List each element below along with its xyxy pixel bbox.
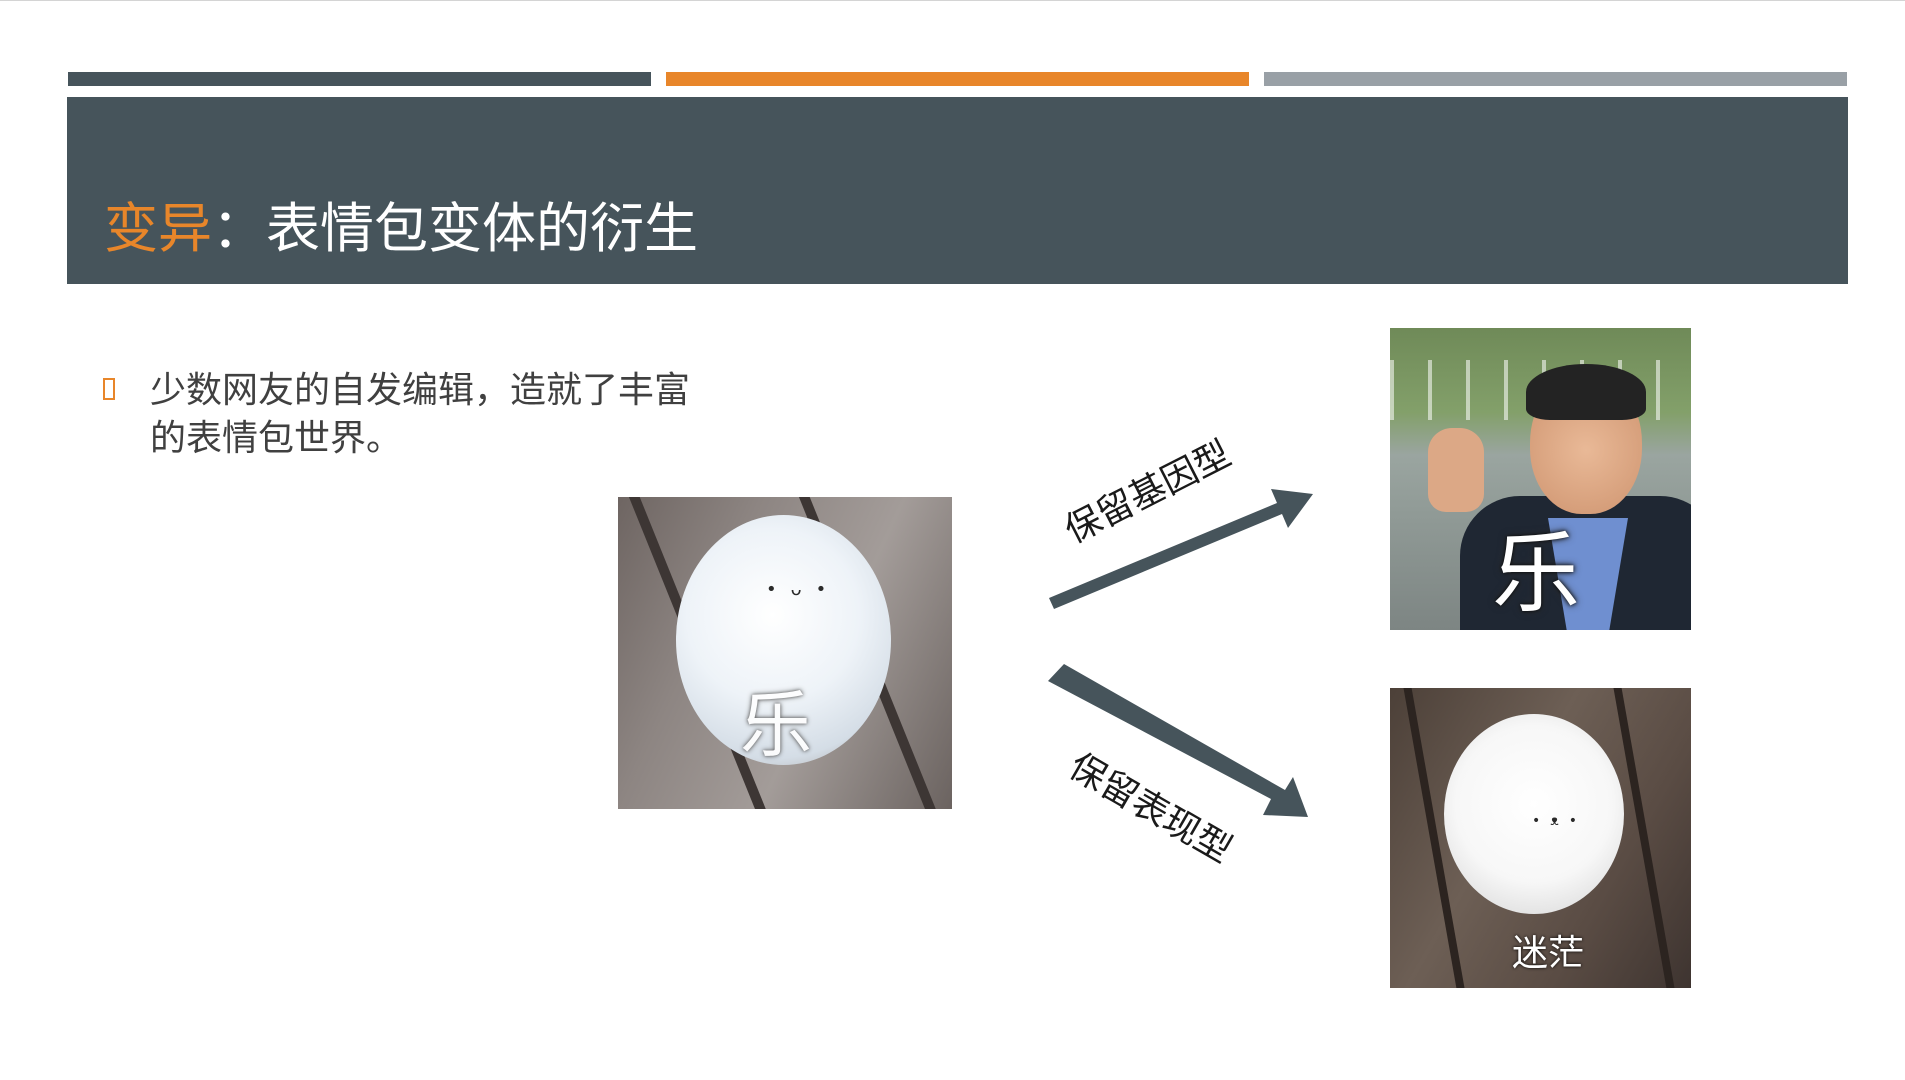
title-accent: 变异 — [104, 197, 212, 260]
header-bar-dark — [68, 72, 651, 86]
dog-face-icon: •ᴗ• — [766, 579, 841, 600]
person-hair — [1526, 364, 1646, 420]
bullet-marker-icon — [103, 378, 115, 400]
arrow-up-label: 保留基因型 — [1058, 433, 1238, 552]
title-band: 变异：表情包变体的衍生 — [67, 97, 1848, 284]
thumbs-up-icon — [1428, 428, 1484, 512]
genotype-variant-image: 乐 — [1390, 328, 1691, 630]
dog-face-icon: •ᴥ• — [1532, 813, 1588, 829]
genotype-variant-caption: 乐 — [1492, 522, 1581, 625]
arrow-down-label: 保留表现型 — [1062, 745, 1239, 872]
slide: 变异：表情包变体的衍生 少数网友的自发编辑，造就了丰富的表情包世界。 •ᴗ• 乐… — [0, 0, 1905, 1080]
source-meme-caption: 乐 — [740, 683, 813, 767]
slide-title: 变异：表情包变体的衍生 — [104, 197, 698, 261]
phenotype-variant-image: •ᴥ• 迷茫 — [1390, 688, 1691, 988]
header-bar-orange — [666, 72, 1249, 86]
source-meme-image: •ᴗ• 乐 — [618, 497, 952, 809]
title-rest: ：表情包变体的衍生 — [212, 197, 698, 260]
bullet-text: 少数网友的自发编辑，造就了丰富的表情包世界。 — [150, 370, 691, 459]
header-bar-gray — [1264, 72, 1847, 86]
top-border-line — [0, 0, 1905, 1]
phenotype-variant-caption: 迷茫 — [1512, 933, 1585, 974]
